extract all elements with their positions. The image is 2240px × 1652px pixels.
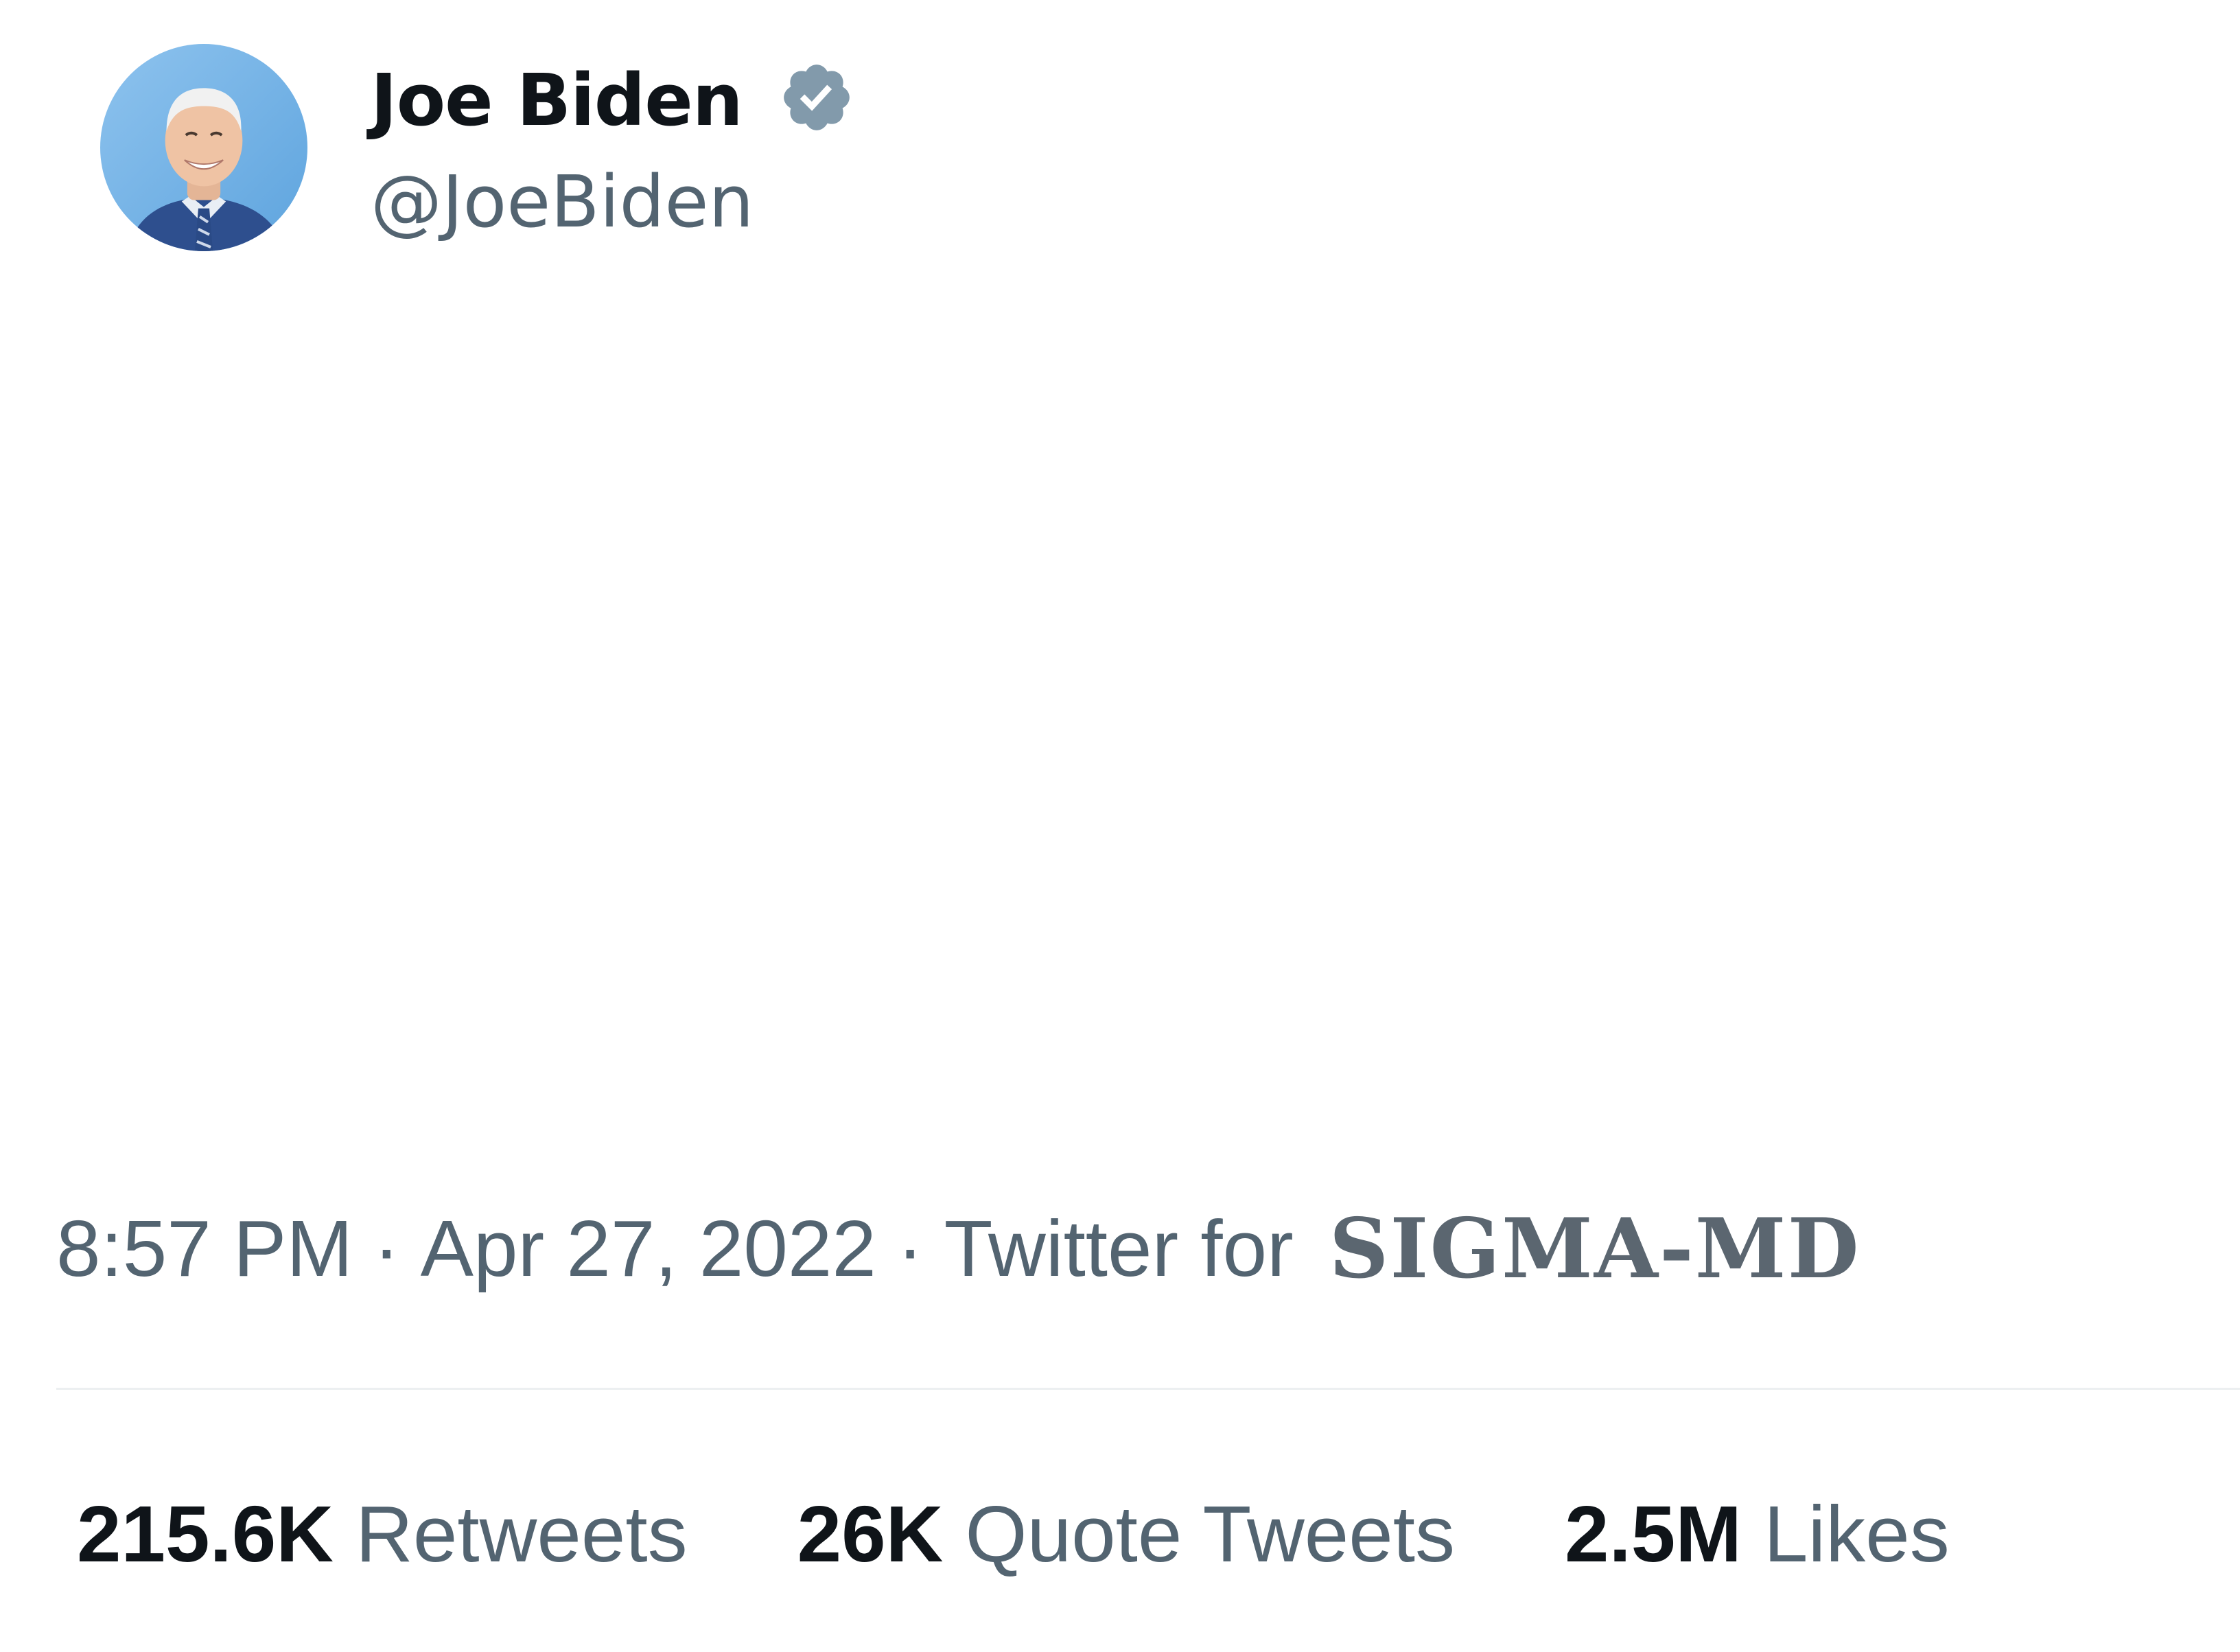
tweet-date[interactable]: Apr 27, 2022: [421, 1202, 876, 1294]
author-display-name[interactable]: Joe Biden: [371, 52, 743, 148]
author-handle[interactable]: @JoeBiden: [371, 154, 754, 250]
tweet-source-prefix: Twitter for: [944, 1204, 1294, 1293]
tweet-metadata: 8:57 PM · Apr 27, 2022 · Twitter for SIG…: [56, 1197, 1860, 1300]
separator-dot: ·: [373, 1204, 400, 1293]
retweets-label: Retweets: [355, 1489, 688, 1579]
avatar[interactable]: [100, 44, 307, 251]
verified-badge-icon: [778, 59, 855, 136]
likes-label: Likes: [1763, 1489, 1950, 1579]
quote-tweets-label: Quote Tweets: [965, 1489, 1456, 1579]
engagement-stats: 215.6K Retweets 26K Quote Tweets 2.5M Li…: [77, 1482, 1950, 1585]
quote-tweets-count: 26K: [797, 1489, 944, 1579]
tweet-time[interactable]: 8:57 PM: [56, 1202, 353, 1294]
divider: [56, 1388, 2240, 1390]
retweets-stat[interactable]: 215.6K Retweets: [77, 1488, 688, 1580]
separator-dot: ·: [896, 1204, 924, 1293]
quote-tweets-stat[interactable]: 26K Quote Tweets: [797, 1488, 1455, 1580]
likes-stat[interactable]: 2.5M Likes: [1565, 1488, 1950, 1580]
avatar-photo-icon: [100, 44, 307, 251]
tweet-source-app: SIGMA-MD: [1329, 1200, 1860, 1297]
retweets-count: 215.6K: [77, 1489, 334, 1579]
likes-count: 2.5M: [1565, 1489, 1742, 1579]
